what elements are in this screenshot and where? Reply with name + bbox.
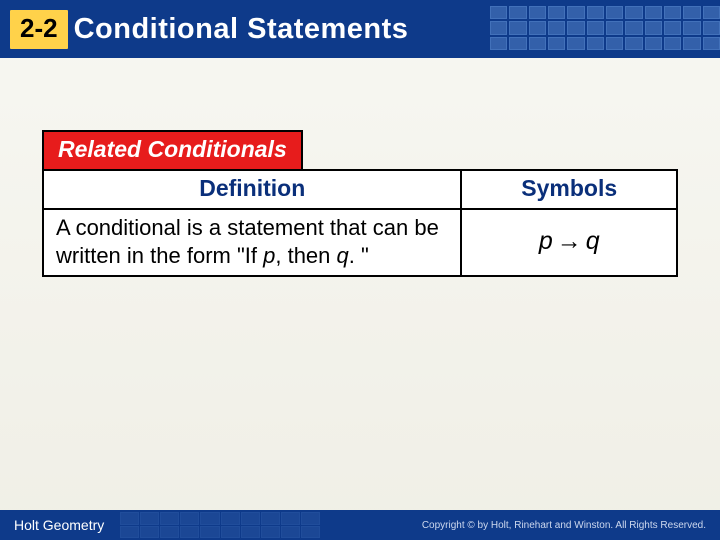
definition-text-pre: A conditional is a statement that can be… [56,215,439,268]
table-row: A conditional is a statement that can be… [43,209,677,276]
slide-content: Related Conditionals Definition Symbols … [0,58,720,277]
symbols-cell: p→q [461,209,677,276]
slide-header: 2-2 Conditional Statements [0,0,720,58]
header-symbols: Symbols [461,170,677,209]
definition-p: p [263,243,275,268]
table-caption: Related Conditionals [42,130,303,171]
table-header-row: Definition Symbols [43,170,677,209]
arrow-icon: → [553,227,586,255]
section-number-badge: 2-2 [10,10,68,49]
definition-cell: A conditional is a statement that can be… [43,209,461,276]
definition-text-mid: , then [275,243,336,268]
slide-footer: Holt Geometry Copyright © by Holt, Rineh… [0,510,720,540]
symbol-p: p [539,227,553,255]
header-definition: Definition [43,170,461,209]
footer-grid-decoration [120,512,320,538]
copyright-text: Copyright © by Holt, Rinehart and Winsto… [422,520,706,531]
book-name: Holt Geometry [14,517,104,533]
slide-title: Conditional Statements [74,13,409,46]
definition-table: Definition Symbols A conditional is a st… [42,169,678,277]
definition-q: q [337,243,349,268]
symbol-q: q [586,227,600,255]
definition-text-post: . " [349,243,369,268]
header-grid-decoration [490,6,720,50]
